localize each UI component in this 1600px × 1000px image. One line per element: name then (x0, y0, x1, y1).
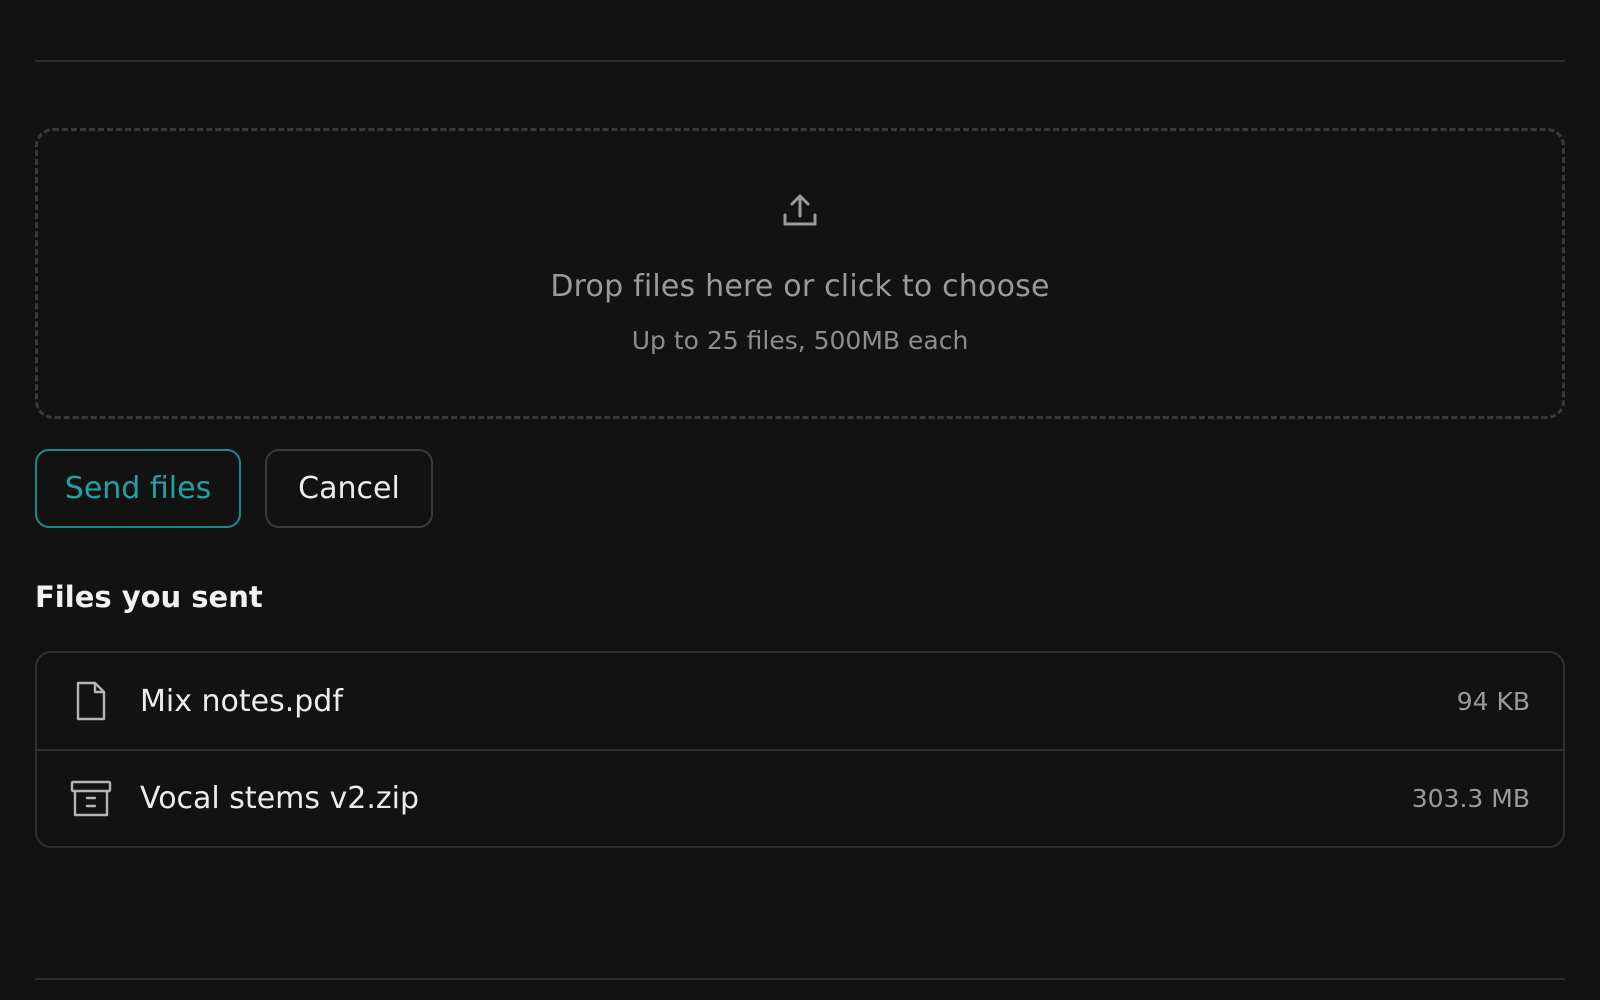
top-divider (35, 60, 1565, 62)
file-size: 94 KB (1456, 686, 1530, 716)
file-name: Mix notes.pdf (140, 683, 343, 719)
file-dropzone[interactable]: Drop files here or click to choose Up to… (35, 128, 1565, 419)
list-item[interactable]: Vocal stems v2.zip 303.3 MB (37, 749, 1563, 845)
file-transfer-panel: Drop files here or click to choose Up to… (0, 0, 1600, 1000)
archive-icon (70, 780, 112, 817)
action-buttons: Send files Cancel (35, 449, 433, 528)
dropzone-limits: Up to 25 files, 500MB each (631, 326, 969, 355)
upload-icon (783, 194, 817, 226)
list-item[interactable]: Mix notes.pdf 94 KB (37, 653, 1563, 749)
file-name: Vocal stems v2.zip (140, 780, 420, 816)
bottom-divider (35, 978, 1565, 980)
send-files-button[interactable]: Send files (35, 449, 241, 528)
dropzone-title: Drop files here or click to choose (550, 269, 1050, 304)
cancel-button[interactable]: Cancel (265, 449, 433, 528)
file-size: 303.3 MB (1411, 783, 1530, 813)
document-icon (76, 681, 106, 721)
sent-files-heading: Files you sent (35, 580, 263, 614)
sent-files-list: Mix notes.pdf 94 KB Vocal stems v2.zip 3… (35, 651, 1565, 848)
